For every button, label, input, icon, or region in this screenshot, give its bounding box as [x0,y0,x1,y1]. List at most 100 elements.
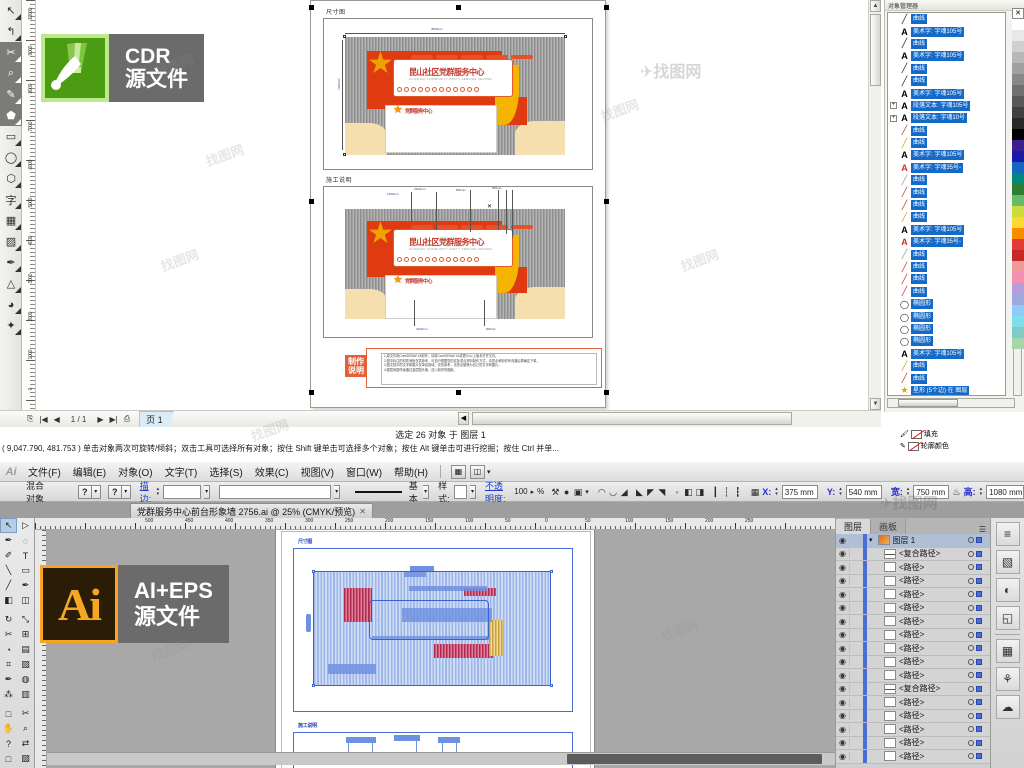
stroke-weight-dropdown[interactable]: ▾ [204,484,211,499]
stroke-profile-dropdown[interactable]: ▾ [334,484,341,499]
layer-row[interactable]: ◉ <路径> [836,695,990,710]
expand-toggle-icon[interactable]: + [890,114,897,122]
menu-file[interactable]: 文件(F) [22,464,67,479]
anchor-point[interactable] [550,570,553,573]
object-manager-row[interactable]: + A 段落文本: 字魂105号 [888,100,1005,112]
object-manager-row[interactable]: ╱ 曲线 [888,174,1005,186]
line-tool[interactable]: ╲ [0,563,17,578]
magic-wand-tool[interactable]: ✒ [0,533,17,548]
brushes-panel-icon[interactable]: ≡ [995,522,1020,546]
color-swatch[interactable] [1012,52,1024,63]
layer-select-indicator[interactable] [976,577,982,584]
graphic-style-field[interactable] [454,484,467,499]
column-graph-tool[interactable]: ▥ [17,687,34,702]
layer-visibility-icon[interactable]: ◉ [836,697,850,707]
gradient-mode-icon[interactable]: ▨ [17,751,34,766]
layer-target-icon[interactable] [968,726,974,733]
nav-pill[interactable] [486,225,508,229]
layer-target-column[interactable] [968,537,990,544]
scroll-thumb[interactable] [898,399,958,407]
w-stepper[interactable]: ▴ ▾ [906,485,910,499]
layer-select-indicator[interactable] [976,672,982,679]
color-swatch[interactable] [1012,283,1024,294]
stroke-color-swatch[interactable]: ? [107,484,122,499]
stroke-weight-stepper[interactable]: ▴ ▾ [156,485,160,499]
color-swatch[interactable] [1012,228,1024,239]
illustrator-horizontal-scrollbar[interactable] [47,752,835,765]
object-manager-row[interactable]: A 美术字: 字魂105号 [888,149,1005,161]
layer-row[interactable]: ◉ <路径> [836,560,990,575]
distribute-center-icon[interactable]: ◧ [684,485,693,499]
layer-target-icon[interactable] [968,645,974,652]
selection-handle[interactable] [456,390,461,395]
layer-target-column[interactable] [968,726,990,733]
scroll-up-arrow[interactable]: ▲ [870,0,881,12]
object-manager-row[interactable]: A 美术字: 字魂105号 [888,87,1005,99]
menu-select[interactable]: 选择(S) [203,464,248,479]
blob-brush-tool[interactable]: ◧ [0,593,17,608]
align-left-icon[interactable]: ◠ [598,485,606,499]
eyedropper-tool[interactable]: ✒ [0,252,22,273]
vector-artwork-1[interactable] [313,571,551,686]
swap-fill-stroke-icon[interactable]: ⇄ [17,736,34,751]
width-tool[interactable]: ✂ [0,627,17,642]
reference-point-icon[interactable]: ▦ [751,485,760,499]
symbol-sprayer-tool[interactable]: ⁂ [0,687,17,702]
artboard-tool[interactable]: □ [0,706,17,721]
free-transform-tool[interactable]: ⊞ [17,627,34,642]
layer-target-column[interactable] [968,699,990,706]
object-manager-row[interactable]: ◯ 椭圆形 [888,298,1005,310]
color-swatch[interactable] [1012,261,1024,272]
layer-target-icon[interactable] [968,672,974,679]
color-swatch[interactable] [1012,63,1024,74]
layer-target-column[interactable] [968,712,990,719]
pick-tool[interactable]: ↖ [0,0,22,21]
eraser-tool[interactable]: ◫ [17,593,34,608]
color-swatch[interactable] [1012,162,1024,173]
gradient-tool[interactable]: ▧ [17,657,34,672]
layer-row[interactable]: ◉ <路径> [836,668,990,683]
nav-pill[interactable] [511,225,533,229]
page-tab-1[interactable]: 页 1 [139,411,174,427]
color-swatch[interactable] [1012,294,1024,305]
object-manager-row[interactable]: ╱ 曲线 [888,360,1005,372]
color-swatch[interactable] [1012,129,1024,140]
appearance-panel-icon[interactable]: ◱ [995,606,1020,630]
menu-effect[interactable]: 效果(C) [249,464,295,479]
paintbrush-tool[interactable]: ╱ [0,578,17,593]
object-manager-row[interactable]: ╱ 曲线 [888,63,1005,75]
layer-target-icon[interactable] [968,604,974,611]
direct-selection-tool[interactable]: ▷ [17,518,34,533]
layer-visibility-icon[interactable]: ◉ [836,576,850,586]
layer-row[interactable]: ◉ <路径> [836,722,990,737]
transparency-panel-icon[interactable]: ◐ [995,578,1020,602]
object-manager-list[interactable]: ╱ 曲线 A 美术字: 字魂105号 ╱ 曲线 A 美术字: 字魂105号 ╱ 曲线 ╱ 曲线 A 美术字… [887,12,1006,396]
menu-object[interactable]: 对象(O) [112,464,158,479]
panel-menu-icon[interactable]: ☰ [975,525,990,534]
layer-target-icon[interactable] [968,550,974,557]
type-tool[interactable]: T [17,548,34,563]
object-manager-row[interactable]: ╱ 曲线 [888,261,1005,273]
menu-help[interactable]: 帮助(H) [388,464,434,479]
layer-target-column[interactable] [968,685,990,692]
align-top-icon[interactable]: ◣ [635,485,643,499]
layer-select-indicator[interactable] [976,618,982,625]
nav-pill[interactable] [411,225,433,229]
hand-tool[interactable]: ✋ [0,721,17,736]
stroke-weight-field[interactable] [163,484,202,499]
shape-builder-tool[interactable]: ◔ [0,642,17,657]
rotate-tool[interactable]: ↻ [0,612,17,627]
color-swatch[interactable] [1012,96,1024,107]
color-swatch[interactable] [1012,140,1024,151]
layer-select-indicator[interactable] [976,699,982,706]
object-manager-row[interactable]: ╱ 曲线 [888,286,1005,298]
object-manager-row[interactable]: A 美术字: 字魂105号 [888,50,1005,62]
object-manager-row[interactable]: ╱ 曲线 [888,248,1005,260]
node-handle[interactable] [564,35,567,38]
close-icon[interactable]: ✕ [359,507,366,516]
layer-visibility-icon[interactable]: ◉ [836,711,850,721]
nav-pill[interactable] [486,55,508,59]
illustrator-dock[interactable]: ≡ ▧ ◐ ◱ ▦ ⚘ ☁ [990,518,1024,768]
layer-target-icon[interactable] [968,753,974,760]
layer-select-indicator[interactable] [976,753,982,760]
